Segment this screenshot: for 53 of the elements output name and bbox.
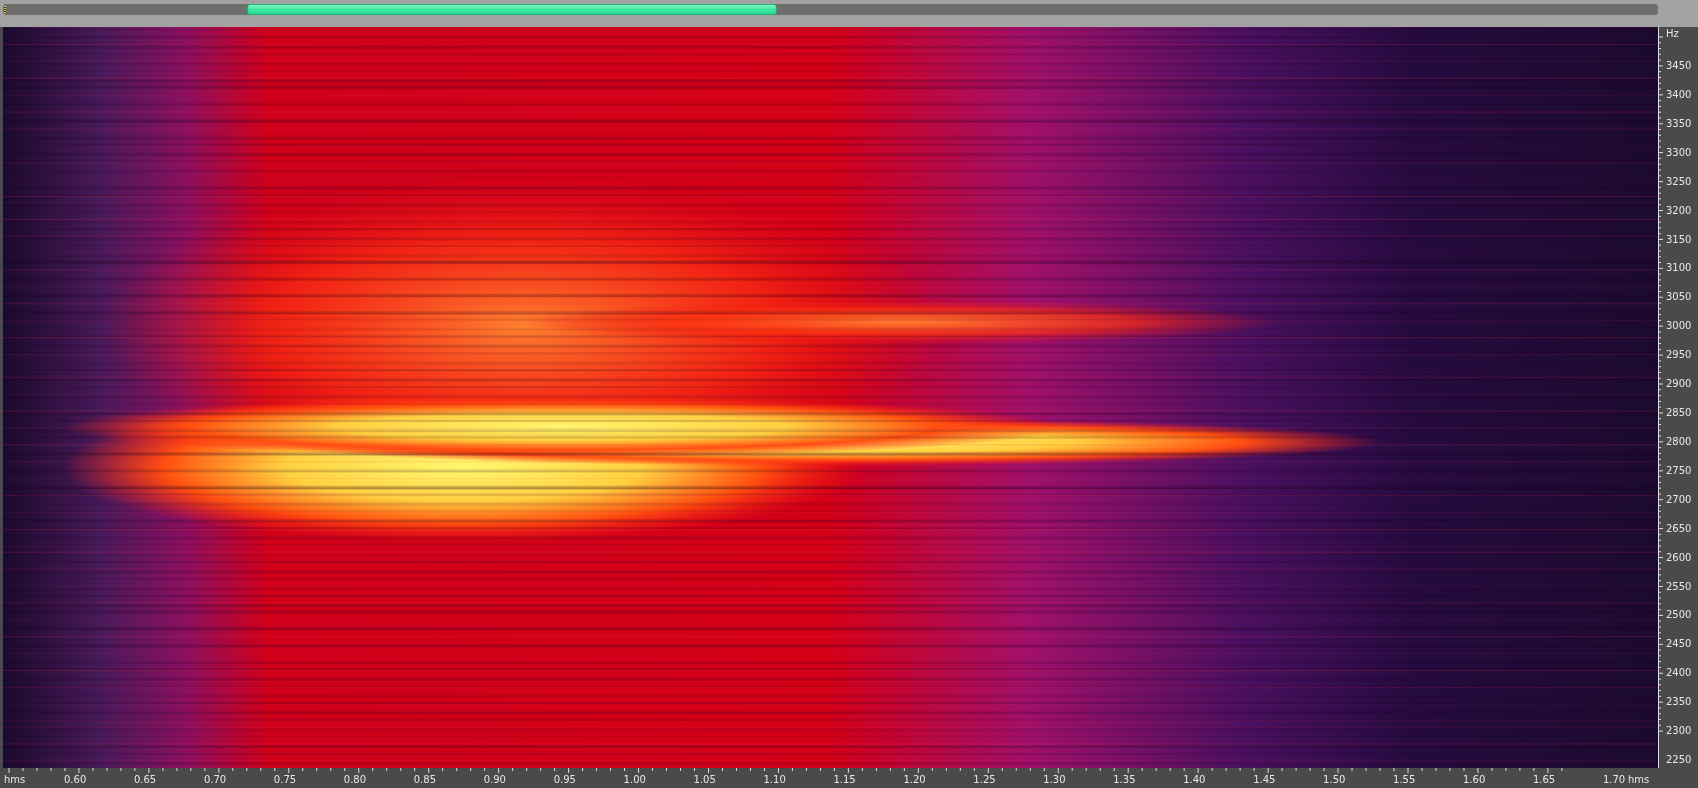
axis-label: 1.30 <box>1043 774 1066 786</box>
axis-label: 0.60 <box>64 774 87 786</box>
axis-label: 2450 <box>1666 638 1692 651</box>
axis-label: 3200 <box>1666 204 1692 217</box>
axis-label: 2900 <box>1666 378 1692 391</box>
axis-label: 2500 <box>1666 609 1692 622</box>
axis-label: 1.40 <box>1183 774 1206 786</box>
axis-label: 1.60 <box>1463 774 1486 786</box>
axis-label: 1.25 <box>973 774 996 786</box>
axis-label: 3450 <box>1666 60 1692 72</box>
axis-label: 3000 <box>1666 320 1692 333</box>
axis-label: 0.95 <box>553 774 576 786</box>
axis-label: 1.15 <box>833 774 856 786</box>
axis-label: 3400 <box>1666 88 1692 101</box>
axis-label: 2800 <box>1666 435 1692 448</box>
axis-label: 2650 <box>1666 522 1692 535</box>
axis-label: 1.00 <box>623 774 646 786</box>
axis-label: 2850 <box>1666 407 1692 420</box>
axis-label: 2950 <box>1666 349 1692 362</box>
axis-label: 1.70 <box>1602 774 1626 786</box>
axis-label: 2400 <box>1666 667 1692 680</box>
axis-label: 1.50 <box>1323 774 1346 786</box>
axis-label: 0.75 <box>273 774 297 786</box>
axis-label: 2750 <box>1666 464 1692 477</box>
scrollbar-thumb[interactable] <box>247 4 777 15</box>
axis-unit: hms <box>1628 774 1650 786</box>
axis-label: 0.70 <box>203 774 227 786</box>
axis-label: 3100 <box>1666 262 1692 275</box>
axis-label: 2300 <box>1666 725 1692 738</box>
axis-label: 1.05 <box>693 774 716 786</box>
axis-label: 2550 <box>1666 580 1692 593</box>
axis-label: 1.55 <box>1393 774 1416 786</box>
axis-label: 1.45 <box>1253 774 1276 786</box>
axis-label: 0.90 <box>483 774 506 786</box>
axis-label: 3300 <box>1666 146 1692 159</box>
axis-label: 2250 <box>1666 754 1692 767</box>
scrollbar-track[interactable] <box>3 4 1658 15</box>
axis-label: 0.65 <box>133 774 157 786</box>
axis-unit: Hz <box>1666 28 1679 40</box>
axis-label: 2600 <box>1666 551 1692 564</box>
axis-label: 1.35 <box>1113 774 1136 786</box>
axis-label: 3150 <box>1666 233 1692 246</box>
axis-label: 3250 <box>1666 175 1692 188</box>
axis-label: 3350 <box>1666 117 1692 130</box>
axis-label: 2700 <box>1666 493 1692 506</box>
axis-label: 1.10 <box>763 774 786 786</box>
axis-label: 1.20 <box>903 774 926 786</box>
axis-label: 1.65 <box>1532 774 1556 786</box>
axis-label: 0.85 <box>413 774 436 786</box>
axis-unit: hms <box>4 774 26 786</box>
axis-label: 3050 <box>1666 291 1692 304</box>
axis-label: 0.80 <box>343 774 367 786</box>
axis-label: 2350 <box>1666 696 1692 709</box>
